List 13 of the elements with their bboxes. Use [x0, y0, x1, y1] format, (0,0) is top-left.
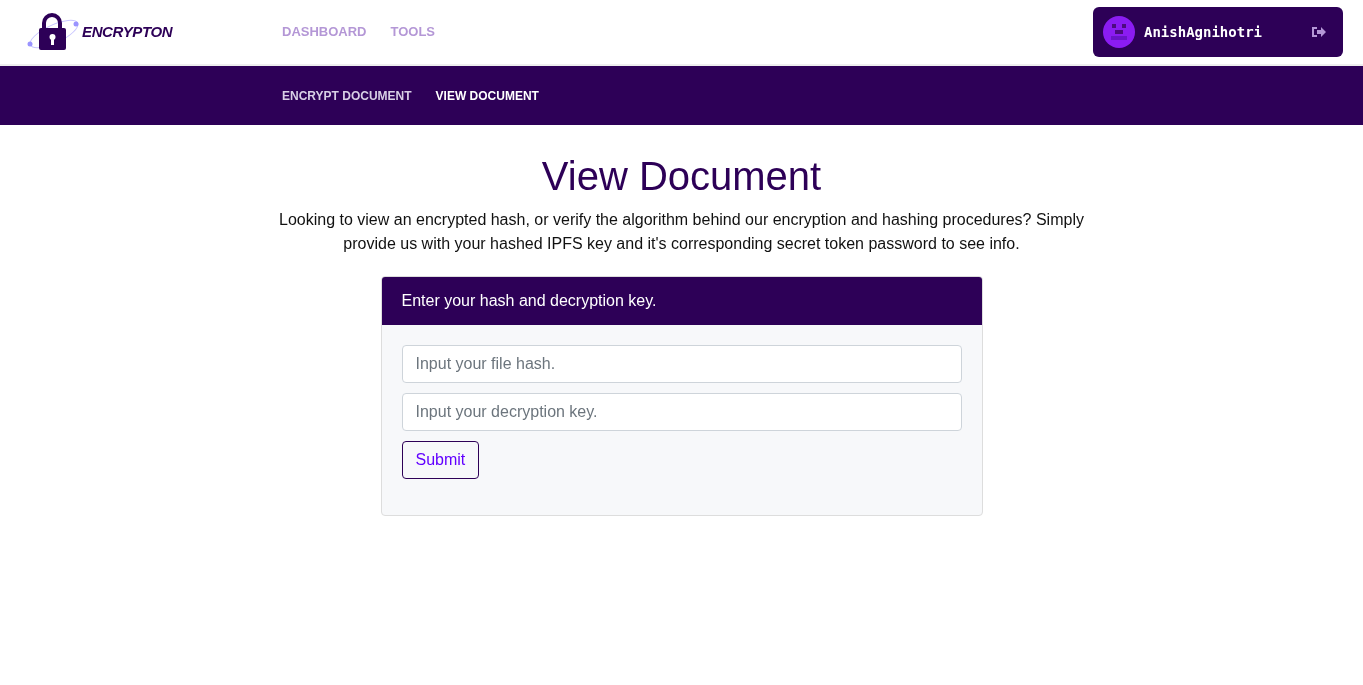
input-field[interactable]: Input your file hash. — [401, 345, 962, 383]
page-description: Looking to view an encrypted hash, or verify the algorithm behind our encryption and hashing procedures? Simply provide us with your hashed IPFS key and it's corresponding secret token password to see info. — [278, 210, 1085, 254]
subnav-link[interactable]: ENCRYPT DOCUMENT — [282, 86, 412, 105]
user-card[interactable]: AnishAgnihotri — [1093, 7, 1343, 57]
brand-name: ENCRYPTON — [82, 21, 173, 42]
subnav-link[interactable]: VIEW DOCUMENT — [435, 86, 539, 105]
logout-icon[interactable] — [1311, 25, 1327, 39]
user-name: AnishAgnihotri — [1144, 22, 1262, 42]
avatar-icon — [1103, 16, 1135, 48]
submit-button[interactable]: Submit — [401, 441, 480, 479]
page-title: View Document — [541, 153, 822, 200]
input-field[interactable]: Input your decryption key. — [401, 393, 962, 431]
form-header: Enter your hash and decryption key. — [381, 277, 982, 325]
